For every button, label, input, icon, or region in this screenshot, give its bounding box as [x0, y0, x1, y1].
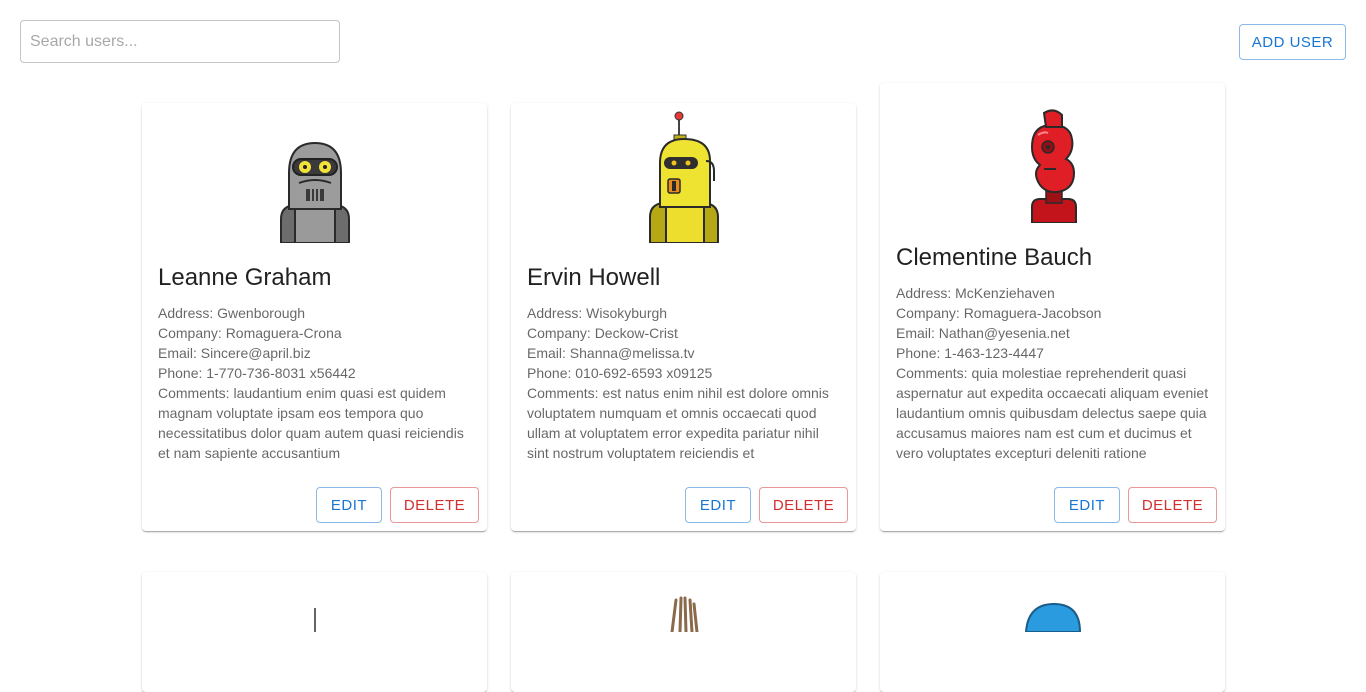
user-address: Address: Wisokyburgh [527, 305, 668, 321]
card-content: Clementine Bauch Address: McKenziehaven … [880, 223, 1225, 463]
user-card [142, 572, 487, 692]
user-card: Clementine Bauch Address: McKenziehaven … [880, 83, 1225, 531]
delete-button[interactable]: DELETE [759, 487, 848, 523]
edit-button[interactable]: EDIT [316, 487, 382, 523]
user-card [511, 572, 856, 692]
user-email: Email: Sincere@april.biz [158, 345, 311, 361]
card-content: Leanne Graham Address: Gwenborough Compa… [142, 243, 487, 463]
user-comments: Comments: quia molestiae reprehenderit q… [896, 365, 1209, 461]
toolbar: ADD USER [0, 0, 1366, 80]
red-robot-avatar-icon [1030, 109, 1077, 223]
card-actions: EDIT DELETE [880, 463, 1225, 531]
user-company: Company: Deckow-Crist [527, 325, 678, 341]
card-media [142, 103, 487, 243]
search-input[interactable] [20, 20, 340, 63]
robot-avatar-icon [313, 608, 316, 632]
user-card [880, 572, 1225, 692]
user-comments: Comments: est natus enim nihil est dolor… [527, 385, 829, 461]
card-actions: EDIT DELETE [511, 463, 856, 531]
user-phone: Phone: 1-463-123-4447 [896, 345, 1044, 361]
card-media [880, 572, 1225, 692]
user-company: Company: Romaguera-Jacobson [896, 305, 1102, 321]
robot-avatar-icon [670, 596, 698, 632]
user-card: Leanne Graham Address: Gwenborough Compa… [142, 103, 487, 531]
robot-avatar-icon [1024, 602, 1081, 632]
grey-robot-avatar-icon [279, 141, 350, 243]
user-name: Leanne Graham [158, 264, 332, 291]
user-card: Ervin Howell Address: Wisokyburgh Compan… [511, 103, 856, 531]
user-phone: Phone: 1-770-736-8031 x56442 [158, 365, 356, 381]
user-email: Email: Shanna@melissa.tv [527, 345, 695, 361]
card-media [142, 572, 487, 692]
user-comments: Comments: laudantium enim quasi est quid… [158, 385, 464, 461]
user-name: Clementine Bauch [896, 244, 1093, 271]
delete-button[interactable]: DELETE [390, 487, 479, 523]
add-user-button[interactable]: ADD USER [1239, 24, 1346, 60]
card-actions: EDIT DELETE [142, 463, 487, 531]
card-media [511, 103, 856, 243]
card-media [880, 83, 1225, 223]
user-address: Address: McKenziehaven [896, 285, 1055, 301]
edit-button[interactable]: EDIT [685, 487, 751, 523]
card-content: Ervin Howell Address: Wisokyburgh Compan… [511, 243, 856, 463]
edit-button[interactable]: EDIT [1054, 487, 1120, 523]
user-name: Ervin Howell [527, 264, 661, 291]
user-email: Email: Nathan@yesenia.net [896, 325, 1070, 341]
delete-button[interactable]: DELETE [1128, 487, 1217, 523]
user-address: Address: Gwenborough [158, 305, 306, 321]
user-company: Company: Romaguera-Crona [158, 325, 342, 341]
user-phone: Phone: 010-692-6593 x09125 [527, 365, 713, 381]
yellow-robot-avatar-icon [648, 111, 719, 243]
card-media [511, 572, 856, 692]
